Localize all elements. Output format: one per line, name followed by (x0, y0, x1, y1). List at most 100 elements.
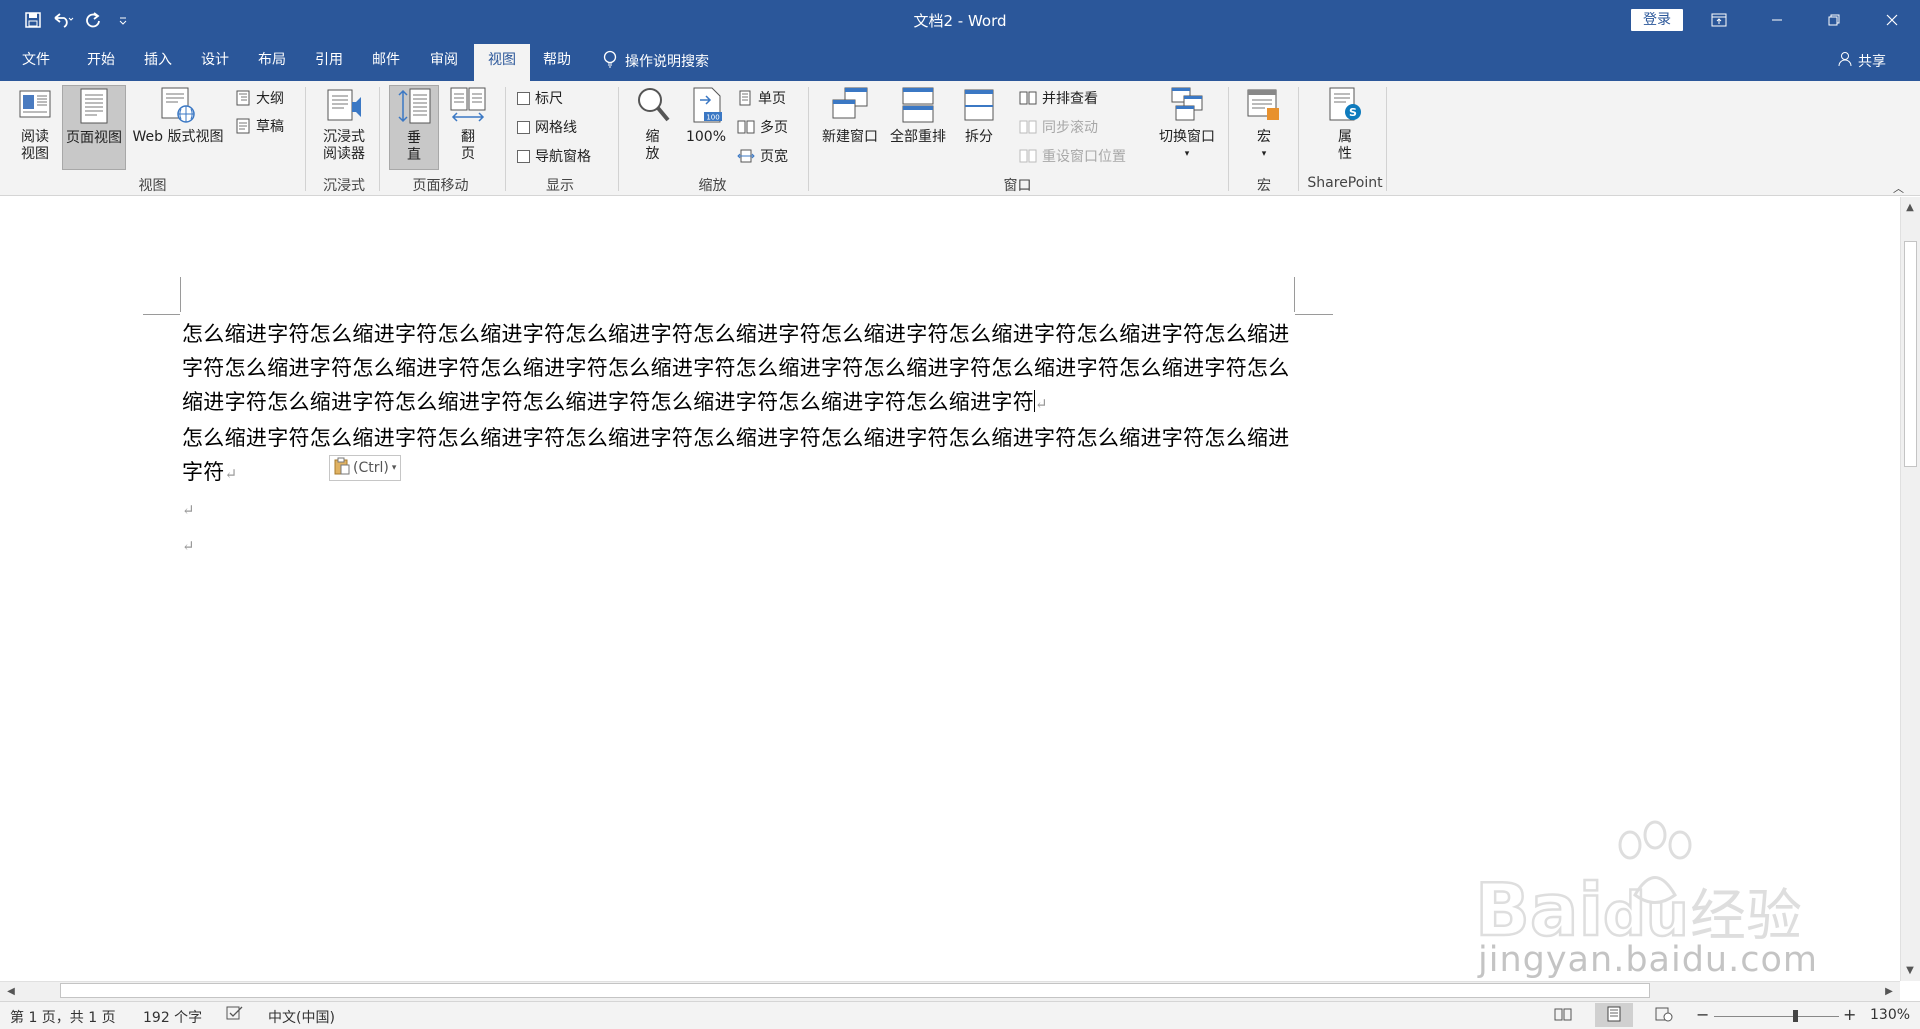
arrange-all-icon (898, 85, 938, 125)
draft-button[interactable]: 草稿 (235, 115, 284, 137)
ruler-checkbox[interactable]: 标尺 (517, 87, 563, 109)
minimize-icon[interactable] (1753, 0, 1801, 40)
zoom-100-label: 100% (685, 129, 727, 145)
tab-home[interactable]: 开始 (79, 40, 123, 81)
paragraph[interactable]: 怎么缩进字符怎么缩进字符怎么缩进字符怎么缩进字符怎么缩进字符怎么缩进字符怎么缩进… (182, 317, 1294, 421)
tab-design[interactable]: 设计 (193, 40, 237, 81)
checkbox-unchecked-icon (517, 91, 530, 105)
read-mode-view-icon[interactable] (1554, 1006, 1572, 1026)
tab-mailings[interactable]: 邮件 (364, 40, 408, 81)
read-mode-button[interactable]: 阅读 视图 (10, 85, 60, 163)
zoom-slider[interactable] (1714, 1010, 1839, 1022)
multiple-pages-button[interactable]: 多页 (737, 116, 788, 138)
horizontal-scroll-thumb[interactable] (60, 983, 1650, 998)
tab-layout[interactable]: 布局 (250, 40, 294, 81)
view-side-by-side-button[interactable]: 并排查看 (1019, 87, 1098, 109)
document-body[interactable]: 怎么缩进字符怎么缩进字符怎么缩进字符怎么缩进字符怎么缩进字符怎么缩进字符怎么缩进… (182, 317, 1294, 563)
macros-button[interactable]: 宏 ▾ (1243, 85, 1285, 163)
redo-icon[interactable] (78, 6, 108, 34)
reset-window-position-button[interactable]: 重设窗口位置 (1019, 145, 1126, 167)
zoom-out-icon[interactable]: − (1696, 1005, 1709, 1024)
zoom-100-icon: 100 (686, 85, 726, 125)
scroll-down-icon[interactable]: ▼ (1902, 962, 1918, 978)
sync-scroll-button[interactable]: 同步滚动 (1019, 116, 1098, 138)
print-layout-button[interactable]: 页面视图 (62, 85, 126, 170)
split-label: 拆分 (965, 129, 993, 145)
crop-mark (1294, 277, 1295, 312)
customize-qat-icon[interactable] (108, 6, 138, 34)
group-separator (808, 87, 809, 191)
new-window-button[interactable]: 新建窗口 (818, 85, 882, 146)
scroll-left-icon[interactable]: ◀ (3, 983, 19, 999)
properties-button[interactable]: S 属 性 (1320, 85, 1370, 163)
share-button[interactable]: 共享 (1838, 40, 1886, 81)
switch-windows-button[interactable]: 切换窗口 ▾ (1152, 85, 1222, 163)
immersive-reader-button[interactable]: 沉浸式 阅读器 (314, 85, 374, 163)
tab-view[interactable]: 视图 (474, 44, 530, 81)
tab-review[interactable]: 审阅 (422, 40, 466, 81)
zoom-level[interactable]: 130% (1870, 1007, 1910, 1023)
zoom-100-button[interactable]: 100 100% (681, 85, 731, 146)
split-button[interactable]: 拆分 (955, 85, 1003, 146)
web-layout-view-icon[interactable] (1655, 1006, 1673, 1026)
login-button[interactable]: 登录 (1631, 9, 1683, 31)
zoom-in-icon[interactable]: + (1843, 1005, 1856, 1024)
group-separator (505, 87, 506, 191)
chevron-down-icon: ▾ (1184, 149, 1190, 159)
chevron-down-icon: ▾ (1261, 149, 1267, 159)
crop-mark (143, 314, 180, 315)
tab-insert[interactable]: 插入 (136, 40, 180, 81)
tab-file[interactable]: 文件 (14, 40, 58, 81)
paragraph-mark: ↵ (182, 501, 195, 519)
save-icon[interactable] (18, 6, 48, 34)
properties-icon: S (1325, 85, 1365, 125)
undo-icon[interactable] (48, 6, 78, 34)
proofing-icon[interactable] (226, 1005, 244, 1025)
side-to-side-button[interactable]: 翻 页 (443, 85, 493, 163)
arrange-all-button[interactable]: 全部重排 (886, 85, 950, 146)
web-layout-button[interactable]: Web 版式视图 (128, 85, 228, 146)
group-separator (379, 87, 380, 191)
checkbox-unchecked-icon (517, 120, 530, 134)
one-page-button[interactable]: 单页 (737, 87, 786, 109)
collapse-ribbon-icon[interactable]: ︿ (1893, 180, 1904, 196)
nav-pane-checkbox[interactable]: 导航窗格 (517, 145, 591, 167)
language[interactable]: 中文(中国) (268, 1007, 335, 1027)
page-count[interactable]: 第 1 页，共 1 页 (10, 1007, 116, 1027)
tab-help[interactable]: 帮助 (535, 40, 579, 81)
group-separator (1228, 87, 1229, 191)
chevron-down-icon: ▾ (391, 463, 397, 473)
vertical-button[interactable]: 垂 直 (389, 85, 439, 170)
page-width-button[interactable]: 页宽 (737, 145, 788, 167)
restore-icon[interactable] (1810, 0, 1858, 40)
print-layout-label: 页面视图 (66, 130, 122, 146)
multiple-pages-label: 多页 (760, 120, 788, 136)
read-mode-label: 阅读 视图 (21, 129, 49, 162)
zoom-slider-thumb[interactable] (1793, 1010, 1799, 1022)
nav-pane-label: 导航窗格 (535, 149, 591, 165)
zoom-button[interactable]: 缩 放 (630, 85, 675, 163)
vertical-scroll-thumb[interactable] (1904, 241, 1917, 467)
switch-windows-icon (1167, 85, 1207, 125)
one-page-icon (739, 90, 751, 106)
word-count[interactable]: 192 个字 (143, 1007, 202, 1027)
draft-label: 草稿 (256, 119, 284, 135)
scroll-right-icon[interactable]: ▶ (1881, 983, 1897, 999)
tell-me-search[interactable]: 操作说明搜索 (603, 40, 709, 81)
crop-mark (1295, 314, 1333, 315)
clipboard-icon (334, 457, 350, 479)
outline-button[interactable]: 大纲 (235, 87, 284, 109)
ribbon-display-options-icon[interactable] (1695, 0, 1743, 40)
group-separator (1298, 87, 1299, 191)
gridlines-checkbox[interactable]: 网格线 (517, 116, 577, 138)
empty-paragraph[interactable]: ↵ (182, 527, 1294, 563)
group-label-macros: 宏 (1257, 178, 1271, 194)
scroll-up-icon[interactable]: ▲ (1902, 199, 1918, 215)
print-layout-view-icon[interactable] (1606, 1006, 1622, 1026)
page-width-icon (737, 149, 755, 163)
close-icon[interactable] (1868, 0, 1916, 40)
tab-references[interactable]: 引用 (307, 40, 351, 81)
web-layout-icon (158, 85, 198, 125)
empty-paragraph[interactable]: ↵ (182, 491, 1294, 527)
paste-options-button[interactable]: (Ctrl) ▾ (329, 455, 402, 481)
